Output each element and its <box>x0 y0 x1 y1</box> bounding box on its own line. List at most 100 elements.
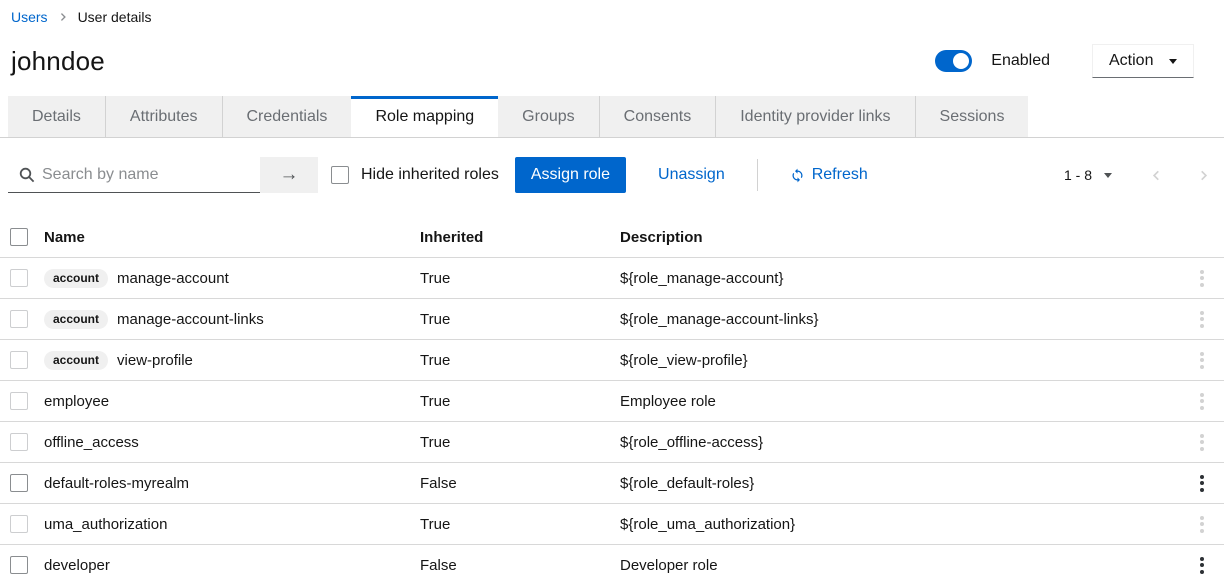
search-icon <box>19 167 35 188</box>
breadcrumb-separator-icon <box>58 12 68 22</box>
select-all-checkbox[interactable] <box>10 228 28 246</box>
search-group: → <box>8 157 318 193</box>
enabled-label: Enabled <box>991 52 1050 70</box>
action-dropdown-label: Action <box>1109 52 1153 70</box>
role-description: ${role_default-roles} <box>620 475 1180 492</box>
table-header-row: Name Inherited Description <box>0 217 1224 257</box>
row-kebab-button[interactable] <box>1194 263 1210 293</box>
chevron-left-icon <box>1150 169 1163 182</box>
row-kebab-button[interactable] <box>1194 345 1210 375</box>
hide-inherited-label[interactable]: Hide inherited roles <box>361 166 499 184</box>
tab-role-mapping[interactable]: Role mapping <box>351 96 498 137</box>
table-row: offline_access True ${role_offline-acces… <box>0 421 1224 462</box>
row-checkbox[interactable] <box>10 556 28 574</box>
breadcrumb: Users User details <box>0 0 1224 25</box>
role-name: manage-account-links <box>117 311 264 328</box>
table-row: employee True Employee role <box>0 380 1224 421</box>
client-badge: account <box>44 310 108 329</box>
client-badge: account <box>44 351 108 370</box>
role-name: uma_authorization <box>44 516 167 533</box>
inherited-value: True <box>420 434 620 451</box>
table-row: default-roles-myrealm False ${role_defau… <box>0 462 1224 503</box>
client-badge: account <box>44 269 108 288</box>
tabs-bar: Details Attributes Credentials Role mapp… <box>0 96 1224 138</box>
enabled-toggle[interactable] <box>935 50 972 72</box>
toolbar-divider <box>757 159 758 191</box>
tab-identity-provider-links[interactable]: Identity provider links <box>716 96 915 137</box>
tab-attributes[interactable]: Attributes <box>106 96 223 137</box>
row-checkbox[interactable] <box>10 269 28 287</box>
role-name: manage-account <box>117 270 229 287</box>
role-description: Employee role <box>620 393 1180 410</box>
role-description: ${role_uma_authorization} <box>620 516 1180 533</box>
prev-page-button[interactable] <box>1150 169 1163 182</box>
page-header: johndoe Enabled Action <box>11 39 1194 83</box>
tab-details[interactable]: Details <box>8 96 106 137</box>
role-name: developer <box>44 557 110 574</box>
row-kebab-button[interactable] <box>1194 468 1210 498</box>
pagination: 1 - 8 <box>1064 167 1210 183</box>
role-description: ${role_offline-access} <box>620 434 1180 451</box>
hide-inherited-checkbox[interactable] <box>331 166 349 184</box>
role-name: offline_access <box>44 434 139 451</box>
hide-inherited-group: Hide inherited roles <box>331 166 499 184</box>
search-submit-button[interactable]: → <box>260 157 318 193</box>
refresh-button[interactable]: Refresh <box>790 166 868 184</box>
row-checkbox[interactable] <box>10 351 28 369</box>
row-kebab-button[interactable] <box>1194 304 1210 334</box>
refresh-label: Refresh <box>812 166 868 184</box>
chevron-right-icon <box>1197 169 1210 182</box>
role-name: employee <box>44 393 109 410</box>
tab-groups[interactable]: Groups <box>498 96 599 137</box>
caret-down-icon <box>1104 173 1112 178</box>
inherited-value: True <box>420 393 620 410</box>
row-checkbox[interactable] <box>10 515 28 533</box>
inherited-value: False <box>420 475 620 492</box>
role-description: ${role_view-profile} <box>620 352 1180 369</box>
row-kebab-button[interactable] <box>1194 386 1210 416</box>
role-description: ${role_manage-account} <box>620 270 1180 287</box>
row-checkbox[interactable] <box>10 310 28 328</box>
action-dropdown[interactable]: Action <box>1092 44 1194 78</box>
inherited-value: True <box>420 311 620 328</box>
unassign-button[interactable]: Unassign <box>658 166 725 184</box>
pagination-menu-toggle[interactable]: 1 - 8 <box>1064 167 1112 183</box>
row-checkbox[interactable] <box>10 433 28 451</box>
role-description: ${role_manage-account-links} <box>620 311 1180 328</box>
tabs: Details Attributes Credentials Role mapp… <box>8 96 1224 137</box>
row-kebab-button[interactable] <box>1194 550 1210 580</box>
row-kebab-button[interactable] <box>1194 509 1210 539</box>
roles-table: Name Inherited Description account manage… <box>0 217 1224 583</box>
row-kebab-button[interactable] <box>1194 427 1210 457</box>
header-actions: Enabled Action <box>935 44 1194 78</box>
table-row: uma_authorization True ${role_uma_author… <box>0 503 1224 544</box>
inherited-value: True <box>420 352 620 369</box>
column-header-description: Description <box>620 229 1180 246</box>
page-title: johndoe <box>11 46 105 77</box>
table-row: developer False Developer role <box>0 544 1224 583</box>
row-checkbox[interactable] <box>10 392 28 410</box>
breadcrumb-item-current: User details <box>78 9 152 25</box>
tab-consents[interactable]: Consents <box>600 96 717 137</box>
tab-credentials[interactable]: Credentials <box>223 96 352 137</box>
inherited-value: True <box>420 270 620 287</box>
inherited-value: False <box>420 557 620 574</box>
arrow-right-icon: → <box>280 164 299 186</box>
table-row: account manage-account-links True ${role_… <box>0 298 1224 339</box>
caret-down-icon <box>1169 59 1177 64</box>
search-input[interactable] <box>8 157 260 193</box>
pagination-range: 1 - 8 <box>1064 167 1092 183</box>
toolbar: → Hide inherited roles Assign role Unass… <box>8 149 1210 201</box>
table-row: accountview-profile True ${role_view-pro… <box>0 339 1224 380</box>
next-page-button[interactable] <box>1197 169 1210 182</box>
column-header-inherited: Inherited <box>420 229 620 246</box>
refresh-icon <box>790 168 805 183</box>
column-header-name: Name <box>44 229 420 246</box>
inherited-value: True <box>420 516 620 533</box>
table-row: account manage-account True ${role_manage… <box>0 257 1224 298</box>
assign-role-button[interactable]: Assign role <box>515 157 626 193</box>
role-description: Developer role <box>620 557 1180 574</box>
breadcrumb-link-users[interactable]: Users <box>11 9 48 25</box>
tab-sessions[interactable]: Sessions <box>916 96 1029 137</box>
row-checkbox[interactable] <box>10 474 28 492</box>
